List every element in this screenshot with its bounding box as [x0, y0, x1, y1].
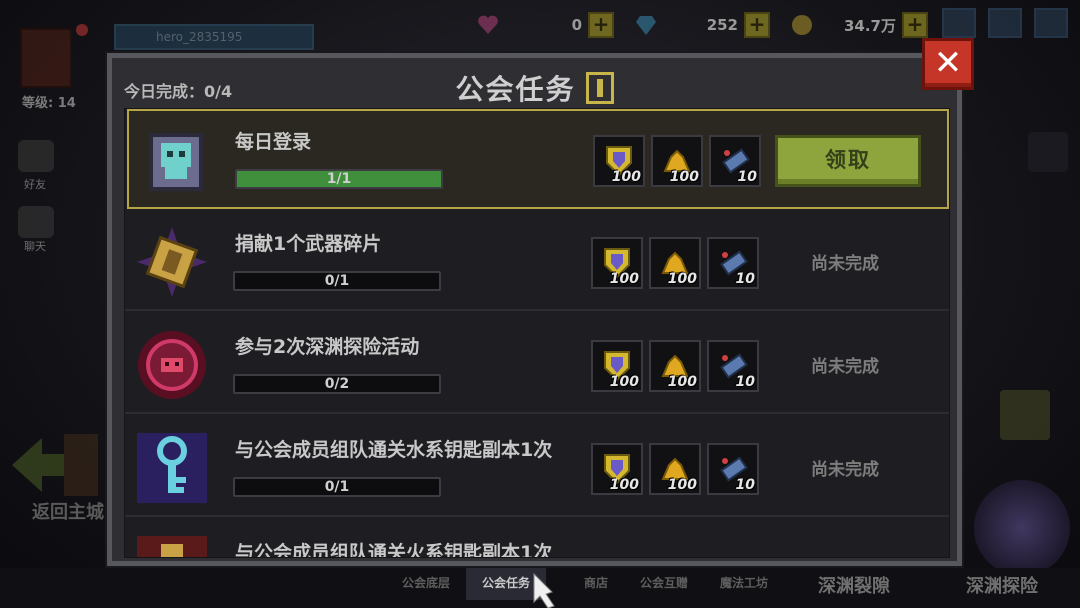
task-row-water-key: 与公会成员组队通关水系钥匙副本1次 0/1 100 100 10 尚未完成	[125, 417, 949, 517]
task-title: 每日登录	[235, 131, 312, 153]
event-icon[interactable]	[1028, 132, 1068, 172]
player-avatar[interactable]	[20, 28, 72, 88]
progress-text: 0/1	[324, 273, 350, 289]
reward-amount: 100	[667, 271, 697, 287]
back-arrow-icon[interactable]	[12, 430, 102, 500]
resource-gems: 0 +	[476, 10, 614, 40]
sound-icon[interactable]	[988, 8, 1022, 38]
task-progress-bar: 1/1	[235, 169, 443, 189]
tab-abyss[interactable]: 深渊探险	[966, 572, 1038, 598]
weapon-shard-icon	[137, 227, 207, 297]
gems-value: 0	[571, 16, 582, 34]
task-row-daily-login: 每日登录 1/1 100 100 10 领取	[127, 109, 949, 209]
notification-dot	[76, 24, 88, 36]
heart-gem-icon	[478, 15, 498, 34]
abyss-portal-icon	[138, 331, 206, 399]
reward-amount: 100	[609, 477, 639, 493]
task-title: 与公会成员组队通关火系钥匙副本1次	[235, 542, 553, 558]
tab-rift[interactable]: 深渊裂隙	[818, 572, 890, 598]
tab-guild-interact[interactable]: 公会互赠	[640, 574, 688, 591]
resource-gold: 34.7万 +	[790, 10, 928, 40]
task-row-abyss: 参与2次深渊探险活动 0/2 100 100 10 尚未完成	[125, 314, 949, 414]
task-row-fire-key: 与公会成员组队通关火系钥匙副本1次	[125, 520, 949, 558]
task-row-donate-shard: 捐献1个武器碎片 0/1 100 100 10 尚未完成	[125, 211, 949, 311]
friends-icon[interactable]	[18, 140, 54, 172]
reward-guild-badge[interactable]: 100	[591, 443, 643, 495]
reward-guild-badge[interactable]: 100	[591, 340, 643, 392]
abyss-portal-deco	[974, 480, 1070, 576]
water-key-icon	[137, 433, 207, 503]
add-diamonds-button[interactable]: +	[744, 12, 770, 38]
pointer-hand-icon	[533, 572, 555, 608]
task-title: 捐献1个武器碎片	[235, 233, 382, 255]
resource-diamonds: 252 +	[634, 10, 770, 40]
task-status: 尚未完成	[811, 460, 879, 480]
chat-icon[interactable]	[18, 206, 54, 238]
diamond-icon	[636, 16, 656, 35]
task-progress-bar: 0/1	[233, 477, 441, 497]
reward-gold-ingot[interactable]: 100	[649, 237, 701, 289]
tab-guild-tasks[interactable]: 公会任务	[482, 574, 530, 591]
add-gems-button[interactable]: +	[588, 12, 614, 38]
gold-value: 34.7万	[843, 16, 896, 35]
tab-guild-hall[interactable]: 公会底层	[402, 574, 450, 591]
guild-tasks-dialog: 今日完成：0/4 公会任务 每日登录 1/1 100 100 10 领取 捐献1…	[107, 53, 962, 566]
reward-guild-badge[interactable]: 100	[591, 237, 643, 289]
chest-icon[interactable]	[1000, 390, 1050, 440]
reward-guild-badge[interactable]: 100	[593, 135, 645, 187]
mail-icon[interactable]	[942, 8, 976, 38]
reward-gold-ingot[interactable]: 100	[651, 135, 703, 187]
task-progress-bar: 0/2	[233, 374, 441, 394]
back-to-city-label[interactable]: 返回主城	[32, 498, 104, 524]
reward-blue-key[interactable]: 10	[707, 340, 759, 392]
player-level: 等级: 14	[22, 96, 76, 111]
reward-gold-ingot[interactable]: 100	[649, 443, 701, 495]
task-status: 尚未完成	[811, 254, 879, 274]
settings-icon[interactable]	[1034, 8, 1068, 38]
reward-amount: 100	[609, 374, 639, 390]
progress-text: 1/1	[326, 171, 352, 187]
reward-blue-key[interactable]: 10	[707, 443, 759, 495]
reward-amount: 100	[669, 169, 699, 185]
friends-label: 好友	[24, 178, 46, 191]
reward-amount: 100	[667, 374, 697, 390]
reward-amount: 100	[611, 169, 641, 185]
task-title: 参与2次深渊探险活动	[235, 336, 420, 358]
tab-workshop[interactable]: 魔法工坊	[720, 574, 768, 591]
skull-icon	[149, 133, 203, 191]
progress-text: 0/2	[324, 376, 350, 392]
reward-amount: 10	[735, 477, 755, 493]
player-name-plate: hero_2835195	[114, 24, 314, 50]
reward-amount: 10	[737, 169, 757, 185]
dialog-title-text: 公会任务	[455, 73, 576, 106]
reward-blue-key[interactable]: 10	[709, 135, 761, 187]
gold-coin-icon	[792, 15, 812, 35]
info-icon[interactable]	[585, 72, 614, 104]
claim-button[interactable]: 领取	[775, 135, 921, 187]
reward-blue-key[interactable]: 10	[707, 237, 759, 289]
reward-amount: 10	[735, 374, 755, 390]
chat-label: 聊天	[24, 240, 46, 253]
task-status: 尚未完成	[811, 357, 879, 377]
task-progress-bar: 0/1	[233, 271, 441, 291]
game-background: 等级: 14 hero_2835195 好友 聊天 返回主城 0 + 252 +…	[0, 0, 1080, 608]
dialog-title: 公会任务	[112, 68, 957, 108]
diamonds-value: 252	[706, 16, 738, 34]
add-gold-button[interactable]: +	[902, 12, 928, 38]
progress-text: 0/1	[324, 479, 350, 495]
reward-amount: 10	[735, 271, 755, 287]
reward-gold-ingot[interactable]: 100	[649, 340, 701, 392]
close-button[interactable]: ✕	[922, 38, 974, 90]
tab-shop[interactable]: 商店	[584, 574, 608, 591]
reward-amount: 100	[667, 477, 697, 493]
reward-amount: 100	[609, 271, 639, 287]
task-list[interactable]: 每日登录 1/1 100 100 10 领取 捐献1个武器碎片 0/1 100 …	[124, 108, 950, 558]
fire-key-icon	[137, 536, 207, 557]
task-title: 与公会成员组队通关水系钥匙副本1次	[235, 439, 553, 461]
